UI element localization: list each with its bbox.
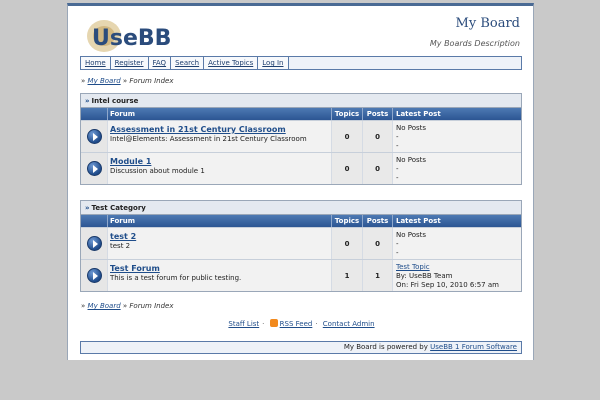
topics-count: 1 — [331, 260, 362, 291]
rss-icon — [269, 319, 278, 327]
nav-home[interactable]: Home — [81, 57, 111, 69]
latest-post: No Posts - - — [392, 121, 521, 152]
footer-bar: My Board is powered by UseBB 1 Forum Sof… — [80, 341, 522, 354]
double-chevron-icon: » — [85, 204, 90, 212]
table-header: Forum Topics Posts Latest Post — [81, 108, 521, 120]
topics-count: 0 — [331, 153, 362, 184]
breadcrumb-current: Forum Index — [129, 302, 174, 310]
posts-count: 0 — [362, 153, 392, 184]
table-header: Forum Topics Posts Latest Post — [81, 215, 521, 227]
forum-description: This is a test forum for public testing. — [110, 274, 242, 282]
forum-link[interactable]: Test Forum — [110, 264, 329, 273]
board-title: My Board — [455, 16, 520, 31]
category-title-link[interactable]: Intel course — [92, 97, 139, 105]
forum-link[interactable]: Module 1 — [110, 157, 329, 166]
posts-count: 0 — [362, 121, 392, 152]
forum-arrow-icon — [86, 236, 102, 251]
breadcrumb-board-link[interactable]: My Board — [88, 77, 121, 85]
forum-row: Assessment in 21st Century Classroom Int… — [81, 120, 521, 152]
forum-link[interactable]: Assessment in 21st Century Classroom — [110, 125, 329, 134]
posts-count: 0 — [362, 228, 392, 259]
usebb-link[interactable]: UseBB 1 Forum Software — [430, 343, 517, 351]
forum-description: test 2 — [110, 242, 131, 250]
nav-bar: Home Register FAQ Search Active Topics L… — [80, 56, 522, 70]
forum-row: Test Forum This is a test forum for publ… — [81, 259, 521, 291]
category-title-link[interactable]: Test Category — [92, 204, 146, 212]
posts-count: 1 — [362, 260, 392, 291]
breadcrumb-board-link[interactable]: My Board — [88, 302, 121, 310]
category-test-category: » Test Category Forum Topics Posts Latest… — [80, 200, 522, 292]
forum-arrow-icon — [86, 268, 102, 283]
latest-post: Test Topic By: UseBB Team On: Fri Sep 10… — [392, 260, 521, 291]
nav-search[interactable]: Search — [171, 57, 205, 69]
nav-active-topics[interactable]: Active Topics — [204, 57, 259, 69]
latest-topic-link[interactable]: Test Topic — [396, 263, 518, 272]
contact-admin-link[interactable]: Contact Admin — [323, 320, 375, 328]
nav-register[interactable]: Register — [110, 57, 149, 69]
breadcrumb: » My Board » Forum Index — [81, 77, 174, 85]
logo-text: UseBB — [92, 26, 171, 51]
topics-count: 0 — [331, 228, 362, 259]
category-intel-course: » Intel course Forum Topics Posts Latest … — [80, 93, 522, 185]
latest-post: No Posts - - — [392, 228, 521, 259]
usebb-logo[interactable]: UseBB — [82, 14, 192, 54]
footer-links: Staff List · RSS Feed · Contact Admin — [228, 319, 375, 328]
forum-description: Intel@Elements: Assessment in 21st Centu… — [110, 135, 307, 143]
forum-link[interactable]: test 2 — [110, 232, 329, 241]
forum-arrow-icon — [86, 129, 102, 144]
breadcrumb-current: Forum Index — [129, 77, 174, 85]
nav-log-in[interactable]: Log In — [258, 57, 289, 69]
rss-feed-link[interactable]: RSS Feed — [280, 320, 313, 328]
latest-post: No Posts - - — [392, 153, 521, 184]
forum-row: Module 1 Discussion about module 1 0 0 N… — [81, 152, 521, 184]
double-chevron-icon: » — [85, 97, 90, 105]
staff-list-link[interactable]: Staff List — [228, 320, 259, 328]
forum-description: Discussion about module 1 — [110, 167, 205, 175]
forum-row: test 2 test 2 0 0 No Posts - - — [81, 227, 521, 259]
board-description: My Boards Description — [429, 39, 520, 48]
breadcrumb-bottom: » My Board » Forum Index — [81, 302, 174, 310]
page: UseBB My Board My Boards Description Hom… — [67, 3, 534, 360]
nav-faq[interactable]: FAQ — [148, 57, 172, 69]
topics-count: 0 — [331, 121, 362, 152]
forum-arrow-icon — [86, 161, 102, 176]
